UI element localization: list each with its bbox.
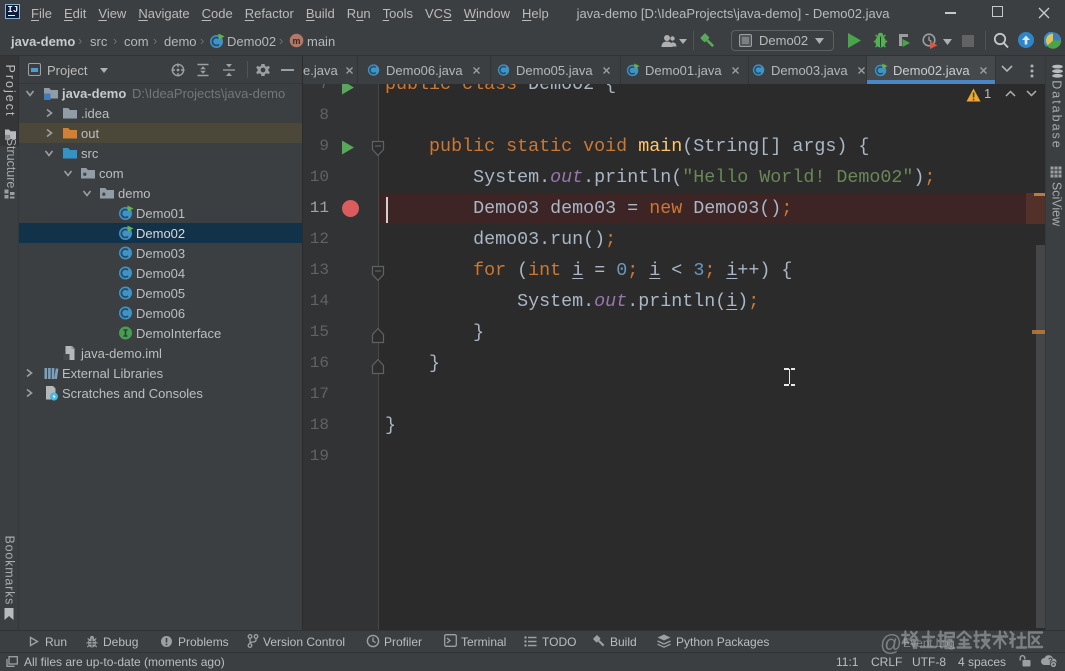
- svg-text:m: m: [292, 36, 300, 46]
- svg-text:@: @: [880, 630, 902, 656]
